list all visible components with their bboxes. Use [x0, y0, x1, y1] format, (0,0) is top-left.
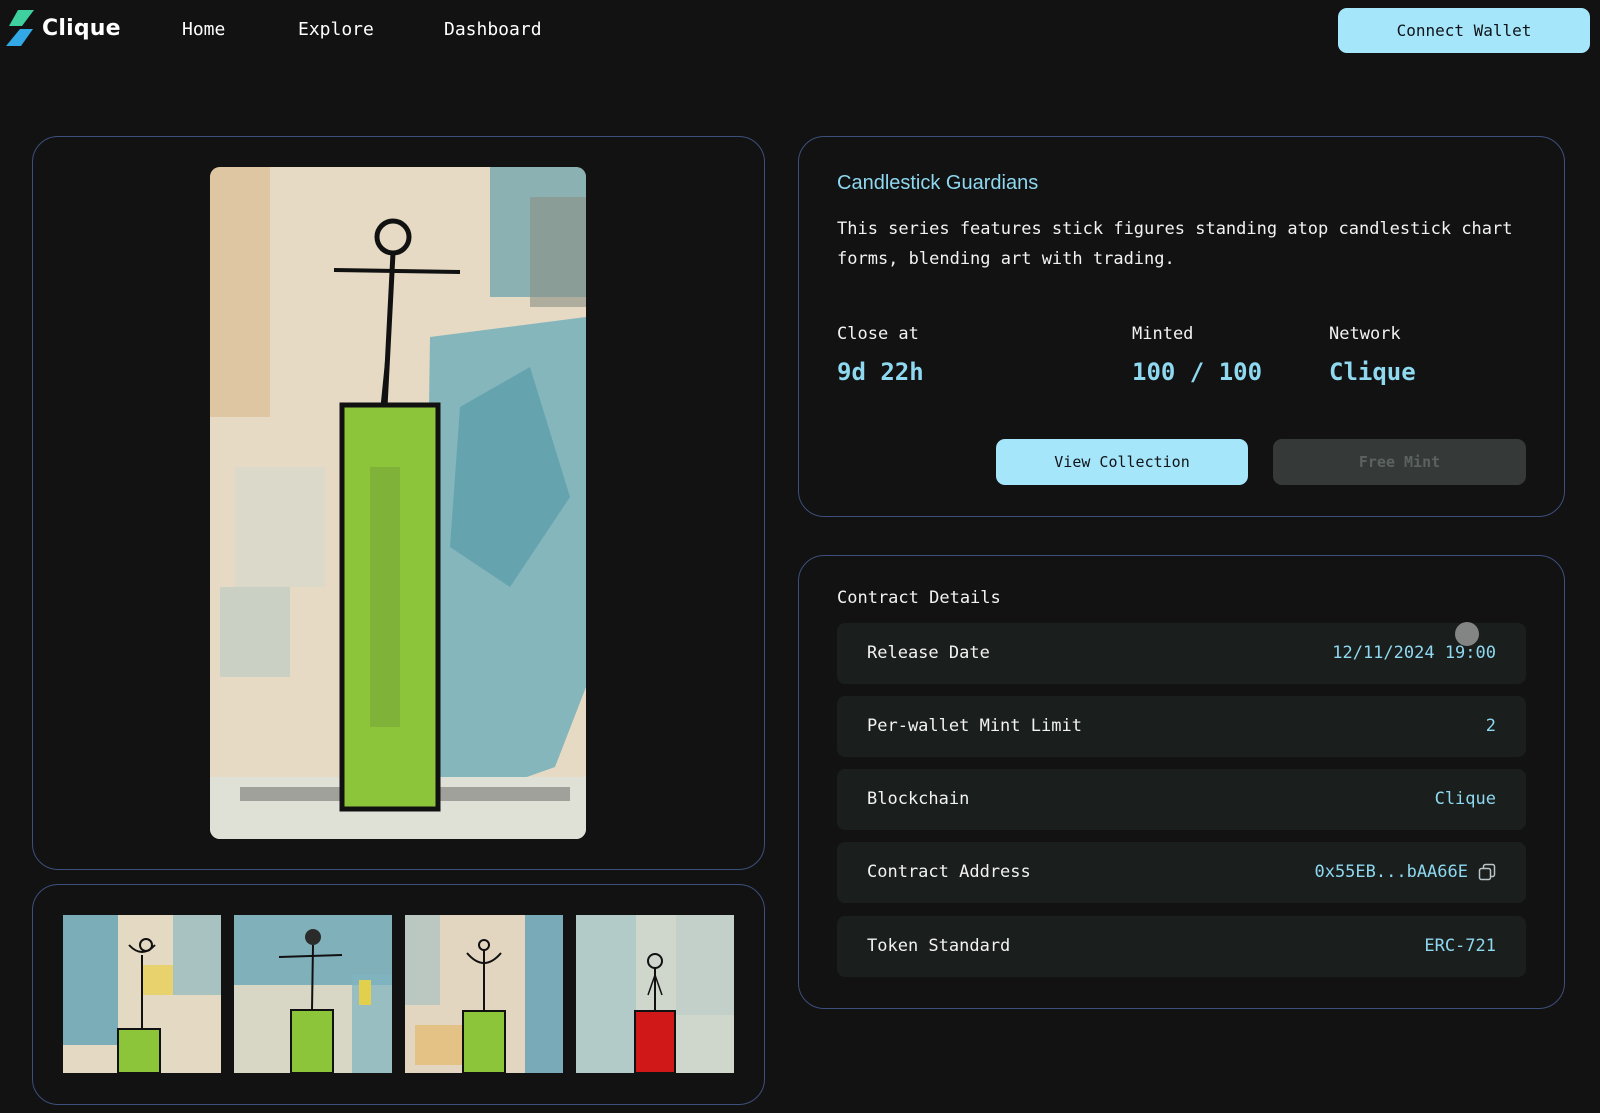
detail-row-blockchain: Blockchain Clique: [837, 769, 1526, 830]
copy-icon[interactable]: [1478, 863, 1496, 881]
nav-explore-link[interactable]: Explore: [298, 19, 374, 40]
detail-value: Clique: [1434, 789, 1496, 809]
detail-value: 12/11/2024 19:00: [1332, 643, 1496, 663]
nav-home-link[interactable]: Home: [182, 19, 225, 40]
minted-value: 100 / 100: [1132, 358, 1263, 386]
contract-address-value[interactable]: 0x55EB...bAA66E: [1314, 862, 1468, 882]
detail-value: ERC-721: [1424, 936, 1496, 956]
view-collection-button[interactable]: View Collection: [996, 439, 1248, 485]
detail-value: 2: [1485, 716, 1496, 736]
connect-wallet-button[interactable]: Connect Wallet: [1338, 8, 1590, 53]
detail-row-release-date: Release Date 12/11/2024 19:00: [837, 623, 1526, 684]
top-nav: Clique Home Explore Dashboard Connect Wa…: [0, 0, 1600, 62]
network-value: Clique: [1329, 358, 1416, 386]
detail-label: Contract Address: [867, 862, 1031, 882]
thumbnail-2[interactable]: [234, 915, 392, 1073]
free-mint-button: Free Mint: [1273, 439, 1526, 485]
thumbnail-1[interactable]: [63, 915, 221, 1073]
main-artwork-image: [210, 167, 586, 839]
contract-details-title: Contract Details: [837, 588, 1001, 608]
lightning-bolt-icon: [6, 10, 34, 46]
close-at-label: Close at: [837, 324, 919, 344]
detail-label: Token Standard: [867, 936, 1011, 956]
detail-row-token-standard: Token Standard ERC-721: [837, 916, 1526, 977]
detail-label: Per-wallet Mint Limit: [867, 716, 1082, 736]
thumbnail-3[interactable]: [405, 915, 563, 1073]
minted-label: Minted: [1132, 324, 1194, 344]
detail-label: Release Date: [867, 643, 990, 663]
collection-title: Candlestick Guardians: [837, 172, 1039, 194]
thumbnail-4[interactable]: [576, 915, 734, 1073]
brand-name: Clique: [42, 15, 121, 41]
nav-dashboard-link[interactable]: Dashboard: [444, 19, 542, 40]
close-at-value: 9d 22h: [837, 358, 924, 386]
detail-row-mint-limit: Per-wallet Mint Limit 2: [837, 696, 1526, 757]
collection-description: This series features stick figures stand…: [837, 219, 1513, 269]
mouse-cursor: [1455, 622, 1479, 646]
brand-logo[interactable]: Clique: [6, 10, 121, 46]
detail-label: Blockchain: [867, 789, 970, 809]
network-label: Network: [1329, 324, 1401, 344]
detail-row-contract-address: Contract Address 0x55EB...bAA66E: [837, 842, 1526, 903]
